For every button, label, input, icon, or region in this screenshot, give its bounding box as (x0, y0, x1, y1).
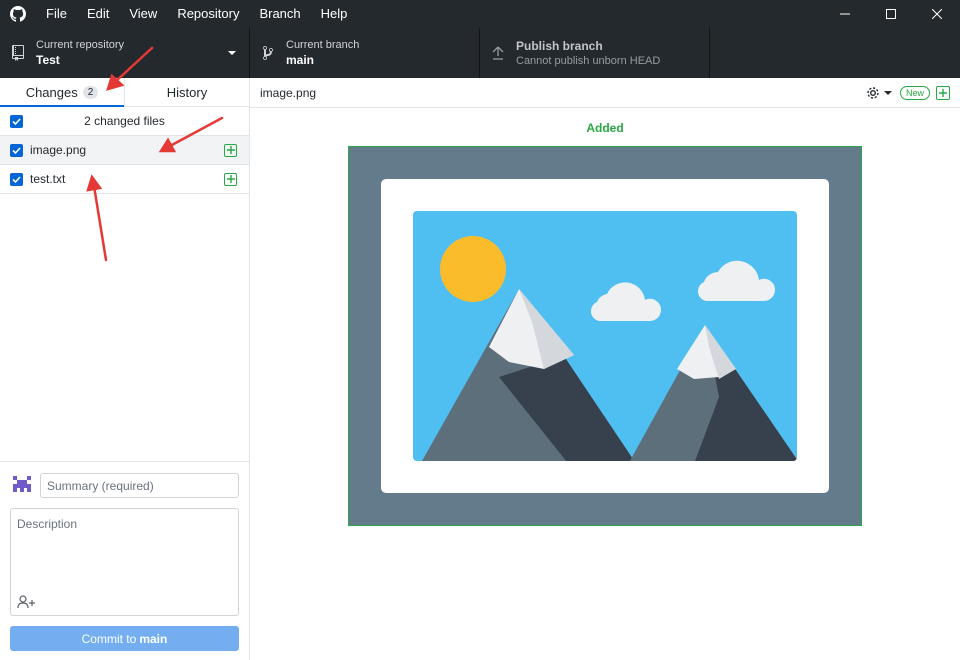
menu-branch[interactable]: Branch (249, 0, 310, 28)
description-field[interactable]: Description (10, 508, 239, 616)
description-placeholder: Description (17, 517, 78, 531)
tab-history-label: History (166, 84, 208, 100)
file-checkbox[interactable] (10, 143, 23, 157)
changes-count-badge: 2 (82, 85, 99, 99)
file-list-item[interactable]: image.png (0, 136, 249, 165)
publish-branch-button[interactable]: Publish branch Cannot publish unborn HEA… (480, 28, 710, 78)
file-added-icon (224, 143, 237, 157)
close-button[interactable] (914, 0, 960, 28)
menu-edit[interactable]: Edit (77, 0, 119, 28)
tab-history[interactable]: History (125, 78, 249, 106)
sidebar-tabs: Changes 2 History (0, 78, 249, 107)
maximize-icon (886, 9, 896, 19)
menu-repository[interactable]: Repository (167, 0, 249, 28)
image-preview (348, 146, 862, 526)
caret-down-icon (228, 51, 236, 55)
current-branch-dropdown[interactable]: Current branch main (250, 28, 480, 78)
changed-files-header: 2 changed files (0, 107, 249, 136)
summary-input[interactable] (40, 473, 239, 498)
file-checkbox[interactable] (10, 172, 23, 186)
close-icon (932, 9, 942, 19)
diff-view: Added (250, 108, 960, 660)
publish-label: Publish branch (516, 39, 603, 53)
repository-label: Current repository (36, 39, 125, 51)
diff-status-label: Added (586, 121, 624, 135)
repository-name: Test (36, 53, 60, 67)
checkmark-icon (12, 117, 21, 125)
file-name: test.txt (30, 172, 66, 186)
menu-bar: File Edit View Repository Branch Help (36, 0, 357, 28)
commit-button-label: Commit to (81, 631, 137, 646)
branch-label: Current branch (286, 39, 360, 51)
branch-name: main (286, 53, 315, 67)
branch-icon (250, 45, 286, 61)
current-repository-dropdown[interactable]: Current repository Test (0, 28, 250, 78)
commit-panel: Description Commit to main (0, 461, 249, 660)
minimize-button[interactable] (822, 0, 868, 28)
menu-file[interactable]: File (36, 0, 77, 28)
avatar (11, 473, 33, 495)
gear-icon[interactable] (865, 85, 881, 101)
tab-changes[interactable]: Changes 2 (0, 78, 125, 107)
diff-header: image.png New (250, 78, 960, 108)
upload-icon (480, 46, 516, 60)
new-file-badge: New (899, 86, 930, 100)
diff-added-icon (936, 86, 950, 100)
select-all-checkbox[interactable] (10, 114, 23, 128)
tab-changes-label: Changes (25, 84, 78, 100)
changed-files-count: 2 changed files (84, 114, 165, 128)
minimize-icon (840, 13, 850, 15)
checkmark-icon (12, 146, 21, 154)
commit-button-branch: main (139, 631, 168, 646)
toolbar: Current repository Test Current branch m… (0, 28, 960, 78)
title-bar: File Edit View Repository Branch Help (0, 0, 960, 28)
sidebar: Changes 2 History 2 changed files image.… (0, 78, 250, 660)
checkmark-icon (12, 175, 21, 183)
add-coauthor-icon[interactable] (17, 595, 37, 609)
repo-icon (0, 45, 36, 61)
commit-button[interactable]: Commit to main (10, 626, 239, 651)
file-list-item[interactable]: test.txt (0, 165, 249, 194)
github-logo-icon (0, 0, 36, 28)
file-name: image.png (30, 143, 87, 157)
file-added-icon (224, 172, 237, 186)
publish-status: Cannot publish unborn HEAD (516, 55, 661, 67)
menu-view[interactable]: View (119, 0, 167, 28)
menu-help[interactable]: Help (311, 0, 358, 28)
diff-file-path: image.png (260, 85, 317, 100)
caret-down-icon[interactable] (883, 89, 892, 97)
diff-tools: New (865, 85, 950, 101)
window-controls (822, 0, 960, 28)
maximize-button[interactable] (868, 0, 914, 28)
